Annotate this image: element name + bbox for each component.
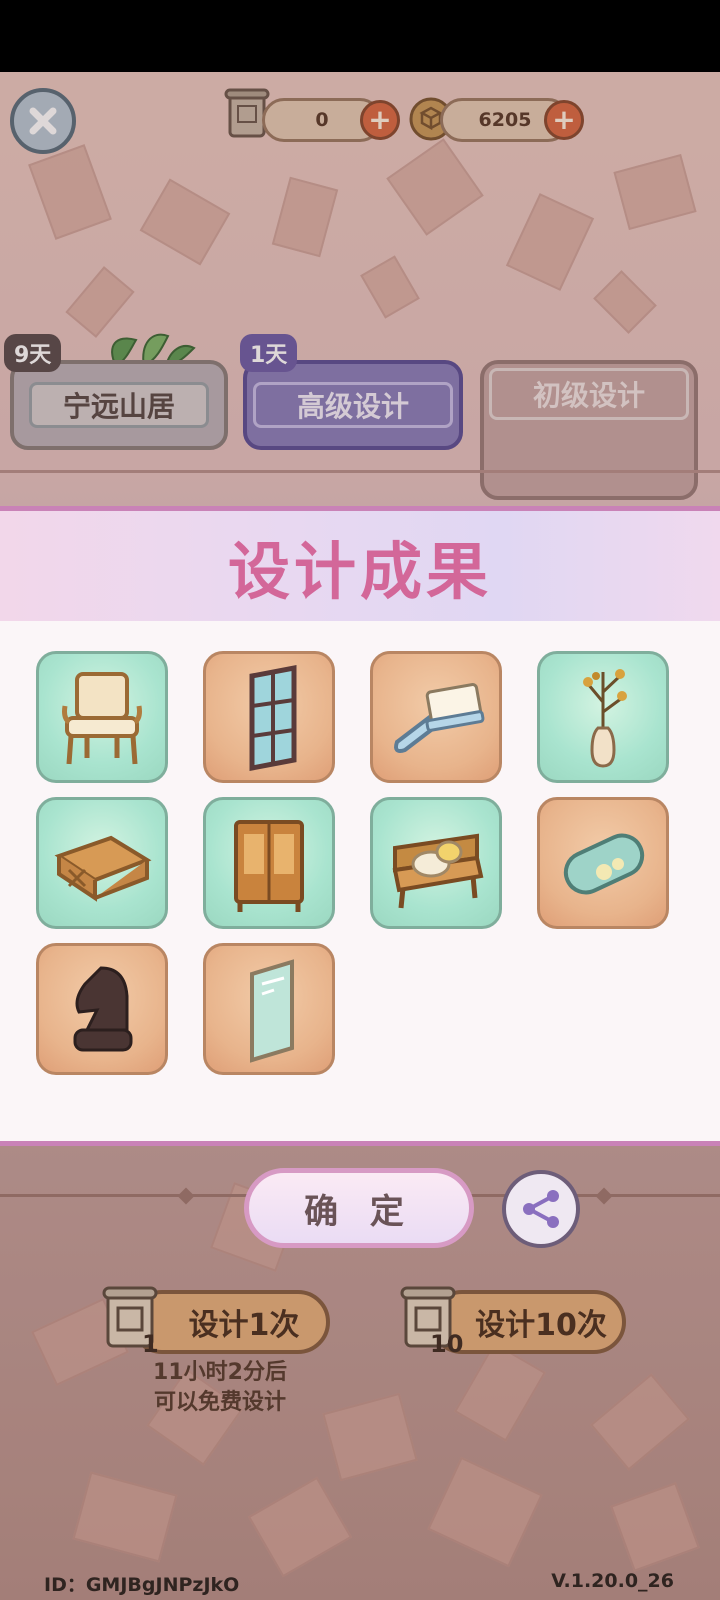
tab-mountain-residence-badge: 9天 — [4, 334, 62, 372]
result-item-2[interactable] — [203, 651, 335, 783]
cabinet-icon — [234, 820, 304, 912]
rattan-chair-icon — [62, 672, 142, 765]
player-id: ID：GMJBgJNPzJkO — [44, 1574, 240, 1596]
result-item-6[interactable] — [203, 797, 335, 929]
share-button[interactable] — [502, 1170, 580, 1248]
design-ten-cost: 10 — [430, 1330, 464, 1358]
result-item-8[interactable] — [537, 797, 669, 929]
tab-basic-design[interactable]: 初级设计 — [480, 360, 698, 500]
close-icon — [29, 107, 57, 135]
result-item-5[interactable] — [36, 797, 168, 929]
design-once-cost: 1 — [142, 1330, 159, 1358]
wooden-table-icon — [54, 835, 152, 902]
tab-mountain-residence-label: 宁远山居 — [62, 390, 175, 423]
tab-advanced-design-label: 高级设计 — [296, 390, 409, 423]
tab-advanced-design[interactable]: 高级设计 — [243, 360, 463, 450]
brush-icon — [394, 683, 485, 753]
dialog-title: 设计成果 — [227, 535, 492, 608]
tab-basic-design-label: 初级设计 — [532, 379, 645, 412]
bolster-pillow-icon — [563, 833, 645, 895]
result-item-7[interactable] — [370, 797, 502, 929]
free-countdown-line-2: 可以免费设计 — [153, 1390, 286, 1415]
result-item-10[interactable] — [203, 943, 335, 1075]
add-coins-button[interactable]: + — [544, 100, 584, 140]
scroll-count-value: 0 — [315, 109, 329, 131]
share-icon — [523, 1190, 559, 1228]
chess-knight-icon — [73, 966, 133, 1052]
tab-advanced-design-badge: 1天 — [240, 334, 298, 372]
tab-mountain-residence[interactable]: 宁远山居 — [10, 360, 228, 450]
result-item-9[interactable] — [36, 943, 168, 1075]
window-frame-icon — [249, 664, 297, 772]
tab-divider — [0, 470, 720, 473]
confirm-button-label: 确 定 — [304, 1191, 414, 1232]
status-bar — [0, 0, 720, 72]
close-button[interactable] — [10, 88, 76, 154]
dialog-header: 设计成果 — [0, 511, 720, 621]
vase-branch-icon — [583, 669, 627, 768]
add-scrolls-button[interactable]: + — [360, 100, 400, 140]
app-version: V.1.20.0_26 — [551, 1570, 674, 1592]
free-countdown-line-1: 11小时2分后 — [153, 1360, 287, 1385]
bench-with-pillows-icon — [392, 833, 484, 909]
coin-count-value: 6205 — [478, 109, 532, 131]
result-item-4[interactable] — [537, 651, 669, 783]
mirror-icon — [250, 959, 294, 1063]
free-design-countdown: 11小时2分后 可以免费设计 — [120, 1358, 320, 1418]
result-item-3[interactable] — [370, 651, 502, 783]
design-once-label: 设计1次 — [188, 1308, 300, 1343]
design-result-dialog: 设计成果 — [0, 506, 720, 1146]
confirm-button[interactable]: 确 定 — [244, 1168, 474, 1248]
design-ten-label: 设计10次 — [475, 1308, 607, 1343]
result-item-1[interactable] — [36, 651, 168, 783]
